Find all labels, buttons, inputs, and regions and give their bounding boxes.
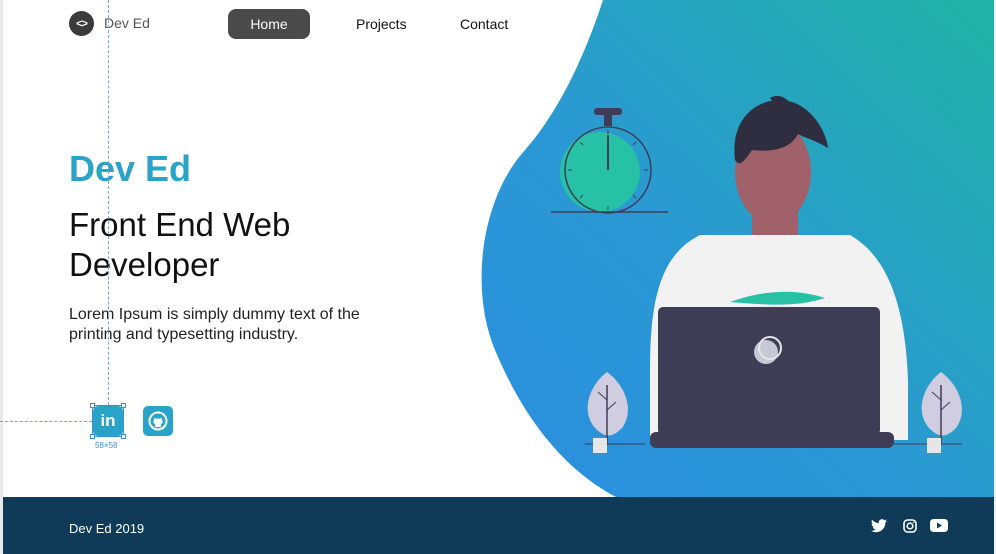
nav-projects-link[interactable]: Projects xyxy=(356,9,407,39)
selection-box[interactable] xyxy=(92,405,124,437)
alignment-guide-vertical xyxy=(108,0,109,405)
hero-description: Lorem Ipsum is simply dummy text of the … xyxy=(69,306,360,343)
instagram-icon[interactable] xyxy=(902,519,918,533)
hero-name: Dev Ed xyxy=(69,148,192,189)
logo-icon[interactable]: <> xyxy=(69,11,94,36)
resize-handle[interactable] xyxy=(121,403,126,408)
github-icon[interactable] xyxy=(143,406,173,436)
laptop-icon xyxy=(650,307,894,448)
logo-text[interactable]: Dev Ed xyxy=(104,15,150,31)
hero-title: Front End Web Developer xyxy=(69,206,291,283)
alignment-guide-horizontal xyxy=(0,421,92,422)
resize-handle[interactable] xyxy=(121,434,126,439)
twitter-icon[interactable] xyxy=(871,519,887,533)
size-label: 58×58 xyxy=(95,441,118,450)
resize-handle[interactable] xyxy=(90,434,95,439)
nav-contact-link[interactable]: Contact xyxy=(460,9,508,39)
footer-text: Dev Ed 2019 xyxy=(69,521,145,536)
youtube-icon[interactable] xyxy=(930,519,948,532)
plant-left-icon xyxy=(585,372,645,453)
footer: Dev Ed 2019 xyxy=(3,497,994,554)
stopwatch-icon xyxy=(551,108,668,214)
page: <> Dev Ed Home Projects Contact Dev Ed F… xyxy=(0,0,996,554)
nav-home-link[interactable]: Home xyxy=(228,9,310,39)
github-glyph-icon xyxy=(148,411,168,431)
resize-handle[interactable] xyxy=(90,403,95,408)
